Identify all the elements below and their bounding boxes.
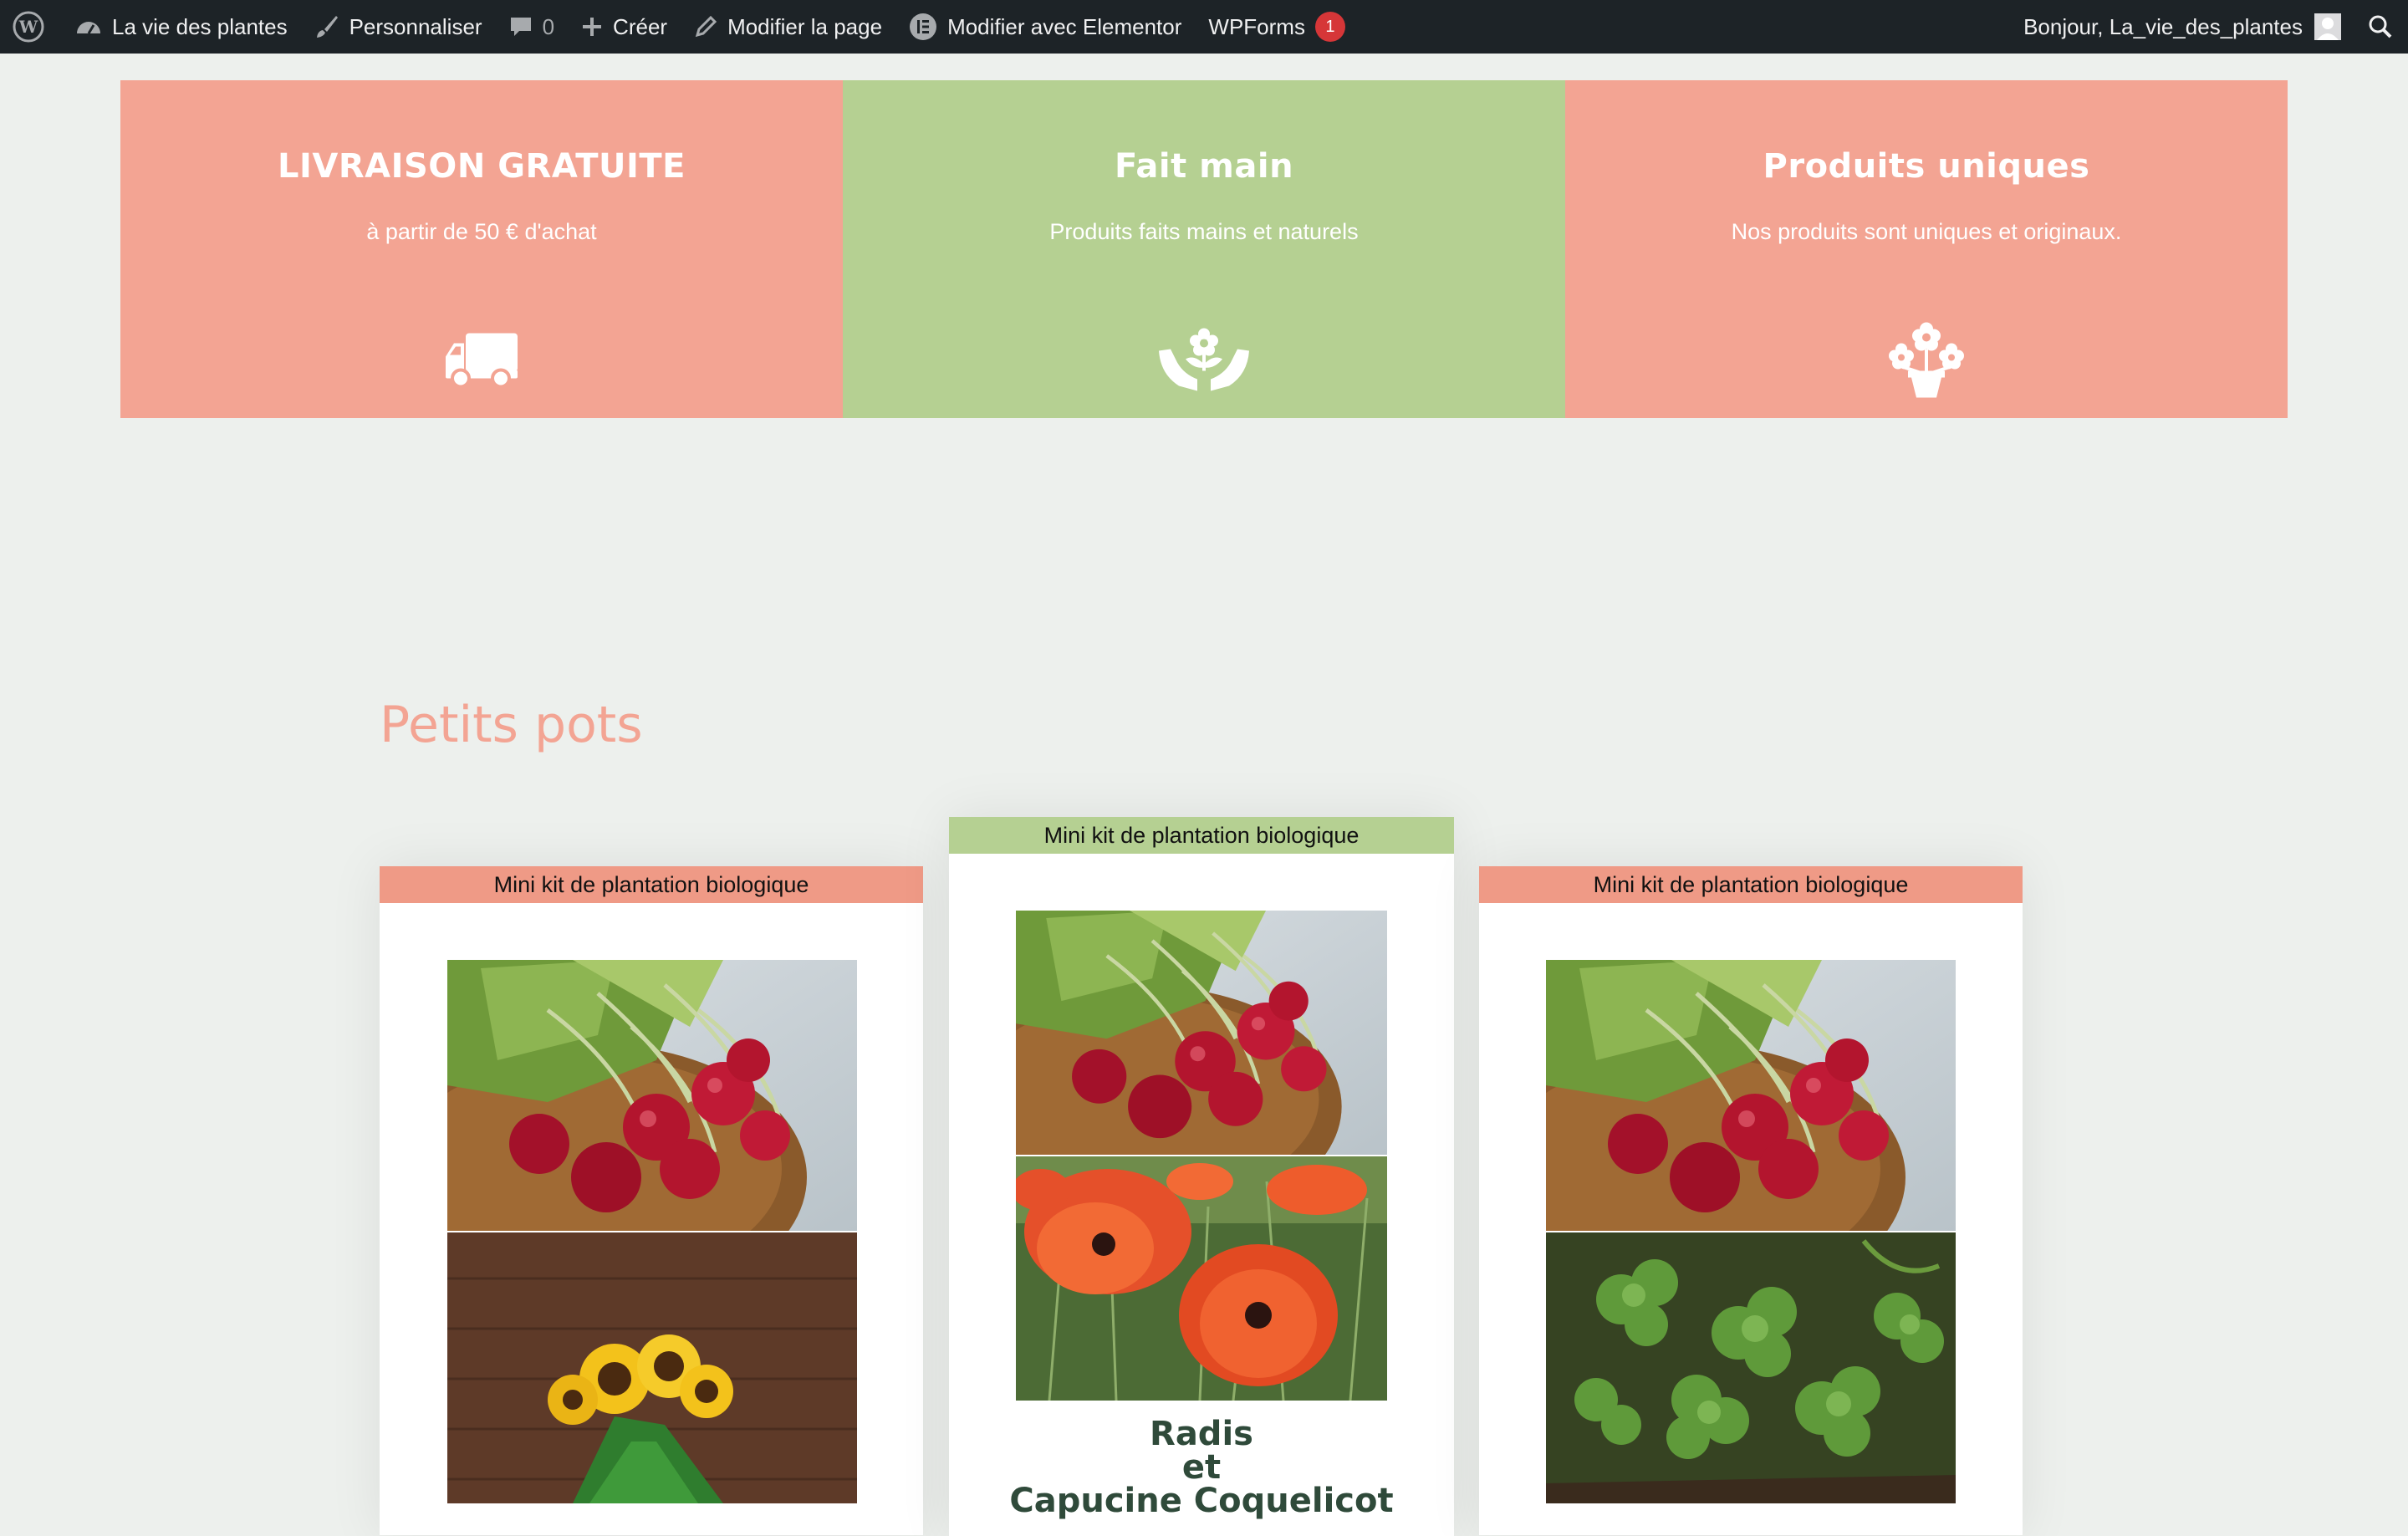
new-label: Créer xyxy=(613,13,668,39)
product-card[interactable]: Mini kit de plantation biologique xyxy=(380,866,923,1535)
avatar xyxy=(2314,13,2341,40)
admin-bar: W La vie des plantes Personnaliser 0 Cré… xyxy=(0,0,2408,54)
hands-flower-icon xyxy=(1156,326,1252,397)
elementor-menu[interactable]: Modifier avec Elementor xyxy=(895,0,1195,54)
notification-badge: 1 xyxy=(1314,12,1345,42)
customize-label: Personnaliser xyxy=(349,13,482,39)
feature-subtitle: à partir de 50 € d'achat xyxy=(366,219,597,244)
pencil-icon xyxy=(694,15,717,38)
feature-handmade: Fait main Produits faits mains et nature… xyxy=(843,80,1565,418)
flower-pot-icon xyxy=(1886,319,1967,404)
plus-icon xyxy=(581,16,603,38)
comment-icon xyxy=(509,15,533,38)
product-card[interactable]: Mini kit de plantation biologique Radis … xyxy=(949,817,1454,1536)
product-title-line: Capucine Coquelicot xyxy=(1009,1482,1394,1520)
product-label: Mini kit de plantation biologique xyxy=(949,817,1454,854)
customize-menu[interactable]: Personnaliser xyxy=(301,0,496,54)
greeting-label: Bonjour, La_vie_des_plantes xyxy=(2023,13,2303,39)
site-name-menu[interactable]: La vie des plantes xyxy=(62,0,301,54)
product-title[interactable]: Radis et Capucine Coquelicot xyxy=(949,1417,1454,1518)
product-card[interactable]: Mini kit de plantation biologique xyxy=(1479,866,2023,1535)
new-content-menu[interactable]: Créer xyxy=(568,0,681,54)
comments-count: 0 xyxy=(542,13,555,39)
feature-subtitle: Nos produits sont uniques et originaux. xyxy=(1731,219,2122,244)
edit-page-label: Modifier la page xyxy=(727,13,883,39)
comments-menu[interactable]: 0 xyxy=(496,0,568,54)
feature-subtitle: Produits faits mains et naturels xyxy=(1049,219,1359,244)
feature-unique-products: Produits uniques Nos produits sont uniqu… xyxy=(1565,80,2288,418)
dashboard-icon xyxy=(75,15,102,38)
feature-title: Produits uniques xyxy=(1763,147,2090,186)
search-icon[interactable] xyxy=(2354,0,2408,54)
clover-photo[interactable] xyxy=(1546,1232,1956,1503)
truck-icon xyxy=(444,330,519,393)
elementor-icon xyxy=(909,13,937,41)
product-label: Mini kit de plantation biologique xyxy=(380,866,923,903)
edit-page-menu[interactable]: Modifier la page xyxy=(681,0,895,54)
product-title-line: Radis xyxy=(1150,1415,1253,1453)
wpforms-label: WPForms xyxy=(1208,13,1305,39)
brush-icon xyxy=(314,14,339,39)
site-name-label: La vie des plantes xyxy=(112,13,288,39)
sunflowers-photo[interactable] xyxy=(447,1232,857,1503)
svg-text:W: W xyxy=(18,17,38,37)
elementor-label: Modifier avec Elementor xyxy=(947,13,1182,39)
radishes-photo[interactable] xyxy=(447,960,857,1231)
radishes-photo[interactable] xyxy=(1016,911,1387,1155)
wpforms-menu[interactable]: WPForms 1 xyxy=(1195,0,1359,54)
product-label: Mini kit de plantation biologique xyxy=(1479,866,2023,903)
account-menu[interactable]: Bonjour, La_vie_des_plantes xyxy=(2010,0,2354,54)
product-title-line: et xyxy=(1181,1448,1222,1487)
features-strip: LIVRAISON GRATUITE à partir de 50 € d'ac… xyxy=(120,80,2288,418)
feature-title: Fait main xyxy=(1114,147,1294,186)
radishes-photo[interactable] xyxy=(1546,960,1956,1231)
feature-free-shipping: LIVRAISON GRATUITE à partir de 50 € d'ac… xyxy=(120,80,843,418)
poppies-photo[interactable] xyxy=(1016,1156,1387,1401)
feature-title: LIVRAISON GRATUITE xyxy=(278,147,686,186)
wordpress-logo-icon[interactable]: W xyxy=(0,0,62,54)
section-title: Petits pots xyxy=(380,696,643,754)
